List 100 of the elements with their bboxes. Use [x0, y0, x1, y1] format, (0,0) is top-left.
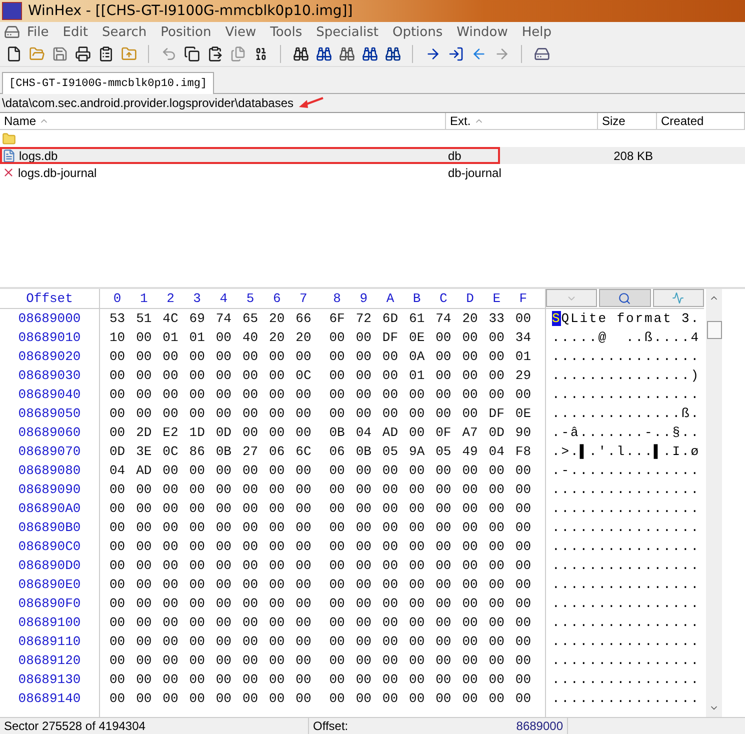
hex-byte: 00 — [434, 634, 452, 649]
scrollbar[interactable] — [706, 289, 722, 717]
hex-byte: 00 — [488, 577, 506, 592]
hex-byte: DF — [381, 330, 400, 345]
hex-byte: 00 — [488, 672, 506, 687]
menu-item[interactable]: Window — [450, 24, 515, 40]
hex-byte: 00 — [241, 653, 260, 668]
binoculars-icon[interactable] — [360, 44, 379, 64]
hex-byte: 00 — [214, 501, 232, 516]
hex-byte: 00 — [514, 482, 532, 497]
row-offset: 086890C0 — [0, 537, 100, 556]
folder-path: \data\com.sec.android.provider.logsprovider\databases — [1, 96, 294, 110]
file-tab[interactable]: [CHS-GT-I9100G-mmcblk0p10.img] — [2, 72, 214, 94]
hex-byte: 00 — [354, 691, 372, 706]
menu-item[interactable]: File — [20, 24, 56, 40]
hex-byte: 90 — [514, 425, 532, 440]
hex-byte: 20 — [461, 311, 479, 326]
column-index: 7 — [298, 291, 308, 306]
menu-item[interactable]: View — [218, 24, 264, 40]
ascii-text: ................ — [551, 519, 702, 537]
hex-byte: 00 — [488, 653, 506, 668]
row-offset: 086890D0 — [0, 556, 100, 575]
hex-byte: 00 — [188, 653, 206, 668]
hex-byte: 00 — [488, 387, 506, 402]
hex-byte: 00 — [381, 691, 400, 706]
hex-byte: 00 — [434, 482, 452, 497]
hex-byte: 0B — [214, 444, 232, 459]
menu-item[interactable]: Search — [94, 24, 154, 40]
hex-byte: 00 — [214, 539, 232, 554]
hex-byte: 00 — [135, 330, 153, 345]
column-header[interactable]: Size — [598, 113, 657, 130]
binoculars-icon[interactable] — [383, 44, 402, 64]
menu-item[interactable]: Help — [514, 24, 559, 40]
hex-byte: 00 — [108, 501, 126, 516]
hex-byte: 00 — [294, 520, 312, 535]
binoculars-icon[interactable] — [337, 44, 356, 64]
copy-icon[interactable] — [182, 44, 201, 64]
hex-byte: 00 — [108, 653, 126, 668]
hex-byte: 00 — [162, 482, 180, 497]
binoculars-icon[interactable] — [291, 44, 310, 64]
menu-item[interactable]: Tools — [263, 24, 310, 40]
hex-byte: 00 — [434, 596, 452, 611]
menu-item[interactable]: Specialist — [309, 24, 386, 40]
hex-byte: 00 — [214, 672, 232, 687]
row-offset: 08689020 — [0, 347, 100, 366]
hex-byte: 51 — [135, 311, 153, 326]
hex-byte: 00 — [488, 634, 506, 649]
hex-byte: 00 — [135, 349, 153, 364]
hex-byte: 00 — [268, 672, 286, 687]
hex-byte: 00 — [135, 691, 153, 706]
hex-byte: 00 — [241, 425, 260, 440]
hex-byte: 0E — [408, 330, 426, 345]
hex-byte: 00 — [108, 349, 126, 364]
hex-byte: 00 — [214, 463, 232, 478]
file-row[interactable]: logs.db db 208 KB — [0, 147, 745, 164]
hex-byte: 00 — [381, 653, 400, 668]
menu-item[interactable]: Edit — [56, 24, 95, 40]
hex-byte: 00 — [294, 463, 312, 478]
hex-byte: 00 — [354, 653, 372, 668]
menu-item[interactable]: Position — [154, 24, 218, 40]
hex-byte: 00 — [135, 501, 153, 516]
hex-byte: 00 — [241, 368, 260, 383]
row-offset: 08689010 — [0, 328, 100, 347]
hex-byte: 00 — [214, 634, 232, 649]
hex-byte: 04 — [354, 425, 372, 440]
hex-byte: 33 — [488, 311, 506, 326]
hex-byte: 00 — [268, 425, 286, 440]
column-header[interactable]: Created — [657, 113, 745, 130]
print-icon[interactable] — [73, 44, 92, 64]
menu-item[interactable]: Options — [385, 24, 450, 40]
ascii-text: ................ — [551, 481, 702, 499]
ascii-text: ................ — [551, 614, 702, 632]
hex-byte: 00 — [434, 368, 452, 383]
hex-byte: 00 — [268, 596, 286, 611]
search-tab[interactable] — [599, 289, 651, 307]
hex-byte: 00 — [188, 615, 206, 630]
hex-byte: 00 — [241, 501, 260, 516]
hex-byte: 00 — [408, 615, 426, 630]
hex-byte: 00 — [488, 615, 506, 630]
column-index: 4 — [218, 291, 229, 306]
drive-icon[interactable] — [4, 24, 20, 40]
hex-byte: 00 — [488, 349, 506, 364]
column-index: 8 — [332, 291, 342, 306]
hex-byte: 00 — [162, 691, 180, 706]
hex-byte: 00 — [488, 330, 506, 345]
hex-byte: 00 — [514, 672, 532, 687]
scroll-thumb[interactable] — [706, 321, 722, 339]
hex-byte: 00 — [461, 539, 479, 554]
hex-byte: 00 — [354, 520, 372, 535]
hex-byte: 00 — [188, 406, 206, 421]
hex-byte: 00 — [461, 501, 479, 516]
column-header[interactable]: Ext. — [446, 113, 598, 130]
column-header[interactable]: Name — [0, 113, 446, 130]
row-offset: 08689000 — [0, 309, 100, 328]
hex-byte: 00 — [294, 615, 312, 630]
hex-byte: 00 — [461, 482, 479, 497]
hex-byte: 00 — [135, 634, 153, 649]
binoculars-icon[interactable] — [314, 44, 333, 64]
hex-byte: 00 — [135, 387, 153, 402]
hex-byte: 00 — [381, 349, 400, 364]
